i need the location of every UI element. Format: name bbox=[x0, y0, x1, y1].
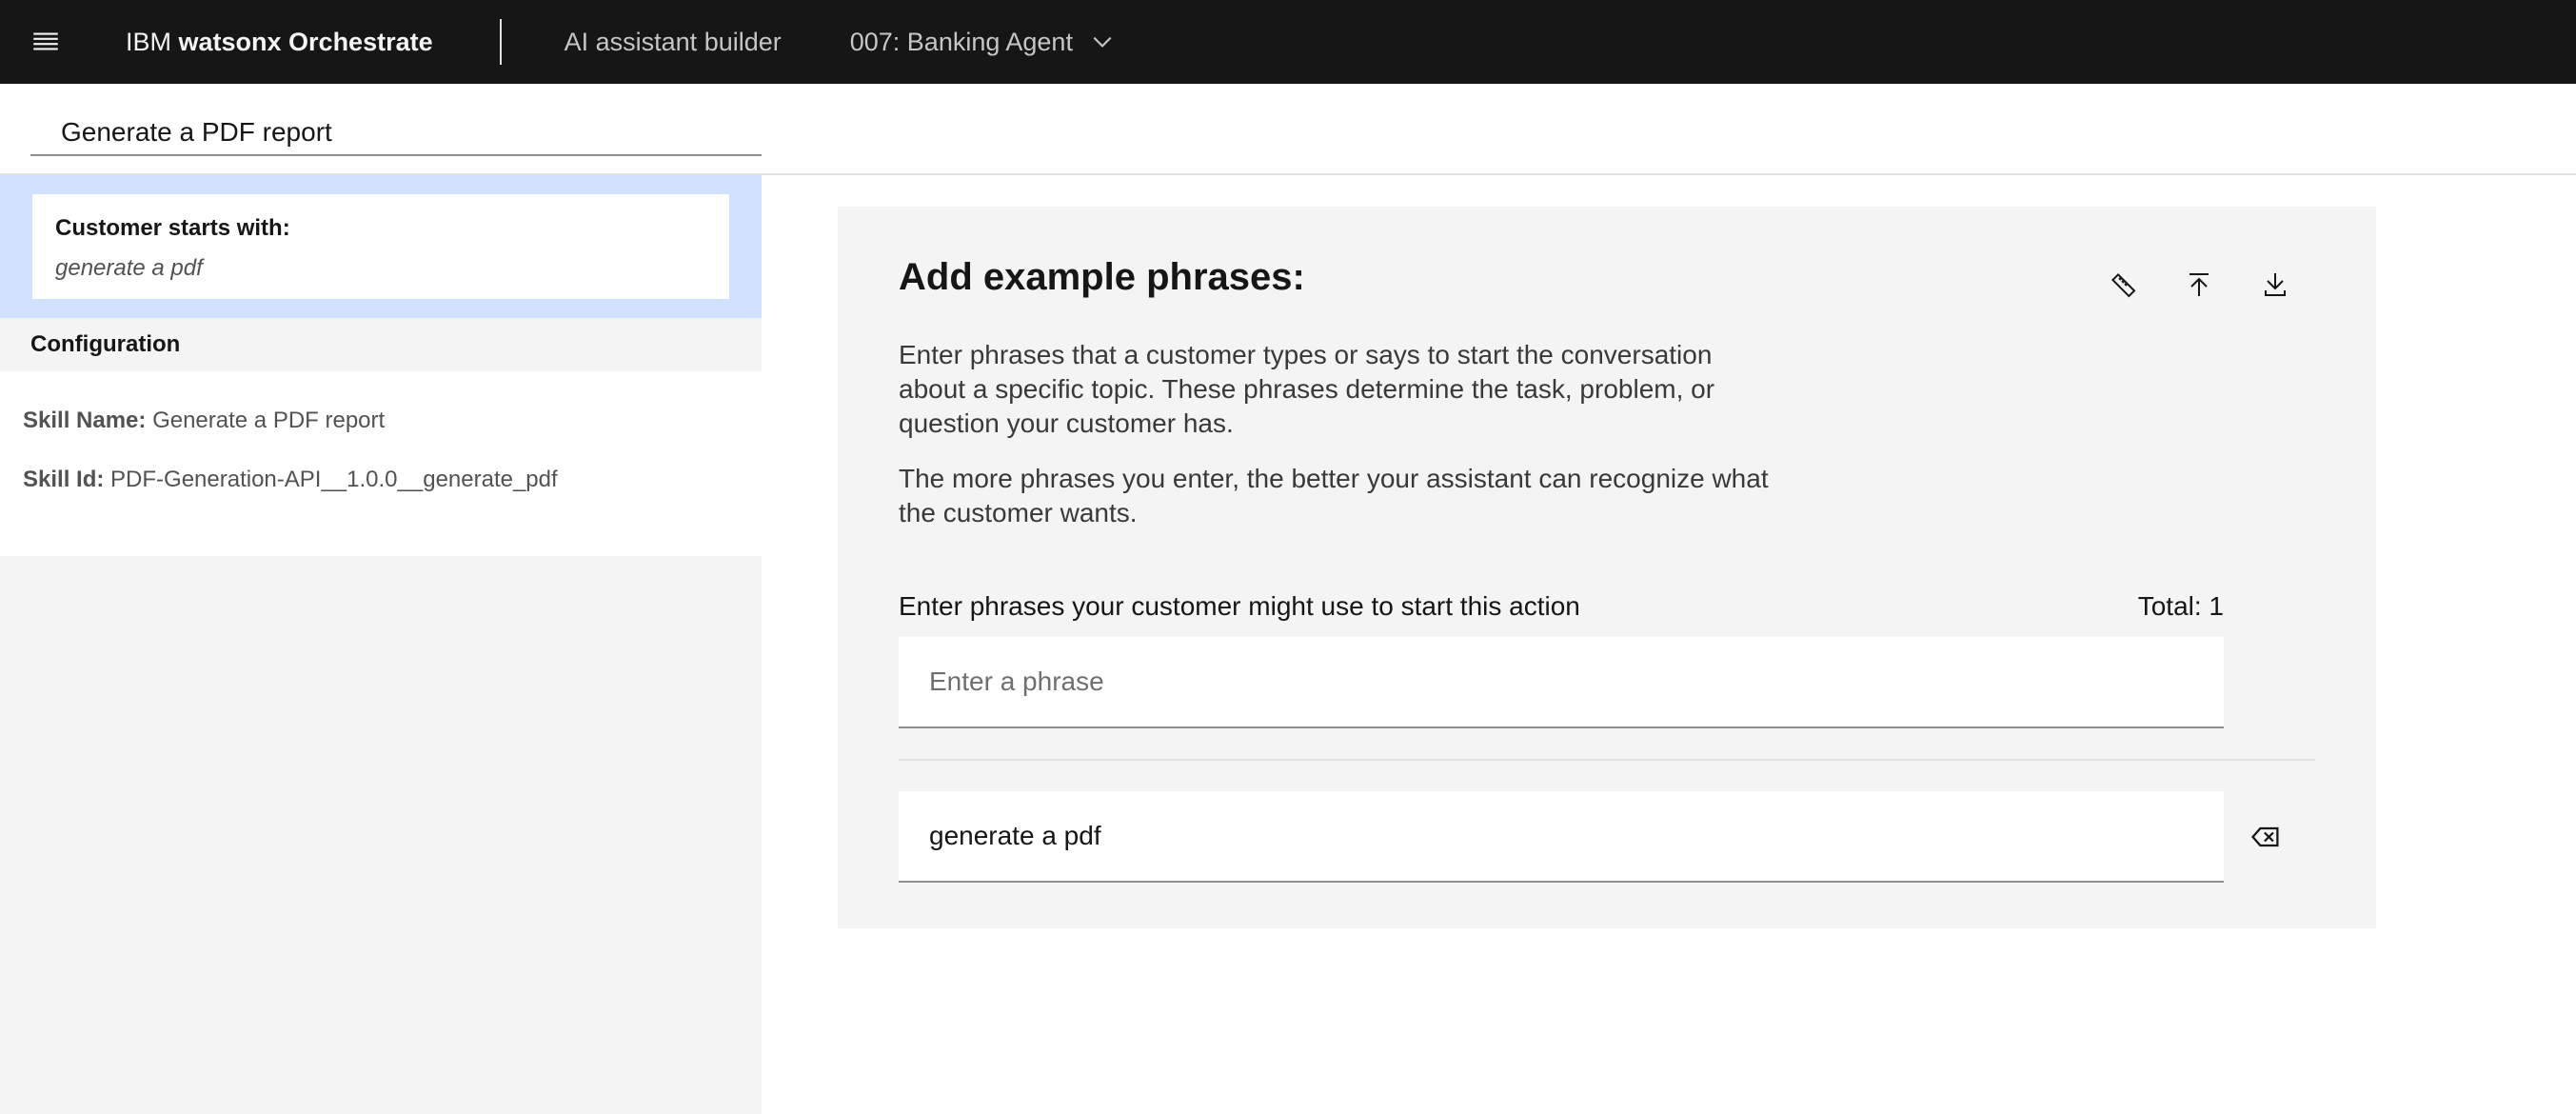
customer-starts-card[interactable]: Customer starts with: generate a pdf bbox=[32, 194, 729, 299]
agent-selector[interactable]: 007: Banking Agent bbox=[850, 28, 1115, 57]
upload-icon bbox=[2190, 273, 2209, 296]
ruler-icon bbox=[2110, 272, 2136, 298]
top-header: IBM watsonx Orchestrate AI assistant bui… bbox=[0, 0, 2576, 84]
skill-id-line: Skill Id: PDF-Generation-API__1.0.0__gen… bbox=[23, 467, 558, 493]
phrase-input-label: Enter phrases your customer might use to… bbox=[899, 591, 1580, 621]
customer-starts-title: Customer starts with: bbox=[55, 215, 290, 241]
phrases-divider bbox=[899, 759, 2315, 761]
skill-name-value: Generate a PDF report bbox=[152, 408, 386, 433]
skill-name-key: Skill Name: bbox=[23, 408, 147, 433]
product-name[interactable]: IBM watsonx Orchestrate bbox=[126, 28, 433, 57]
phrase-input[interactable] bbox=[899, 637, 2224, 728]
example-phrases-card: Add example phrases: Enter phrases that … bbox=[838, 207, 2376, 928]
description-primary: Enter phrases that a customer types or s… bbox=[899, 340, 1715, 438]
card-title: Add example phrases: bbox=[899, 256, 1305, 298]
action-title-input[interactable]: Generate a PDF report bbox=[30, 110, 762, 156]
customer-starts-block[interactable]: Customer starts with: generate a pdf bbox=[0, 175, 762, 318]
left-panel: Customer starts with: generate a pdf Con… bbox=[0, 175, 762, 1114]
configuration-body: Skill Name: Generate a PDF report Skill … bbox=[0, 371, 762, 556]
customer-starts-phrase: generate a pdf bbox=[55, 255, 203, 281]
chevron-down-icon bbox=[1093, 36, 1112, 48]
skill-name-line: Skill Name: Generate a PDF report bbox=[23, 408, 385, 434]
header-divider bbox=[499, 19, 502, 65]
nav-ai-assistant-builder[interactable]: AI assistant builder bbox=[565, 28, 782, 57]
hamburger-menu-icon bbox=[33, 32, 58, 50]
card-toolbar bbox=[2108, 269, 2290, 300]
description-secondary: The more phrases you enter, the better y… bbox=[899, 464, 1769, 527]
phrase-total-count: Total: 1 bbox=[2137, 591, 2224, 621]
ruler-button[interactable] bbox=[2108, 269, 2138, 300]
delete-icon bbox=[2251, 826, 2279, 847]
brand-name: watsonx Orchestrate bbox=[178, 27, 433, 56]
delete-phrase-button[interactable] bbox=[2249, 820, 2283, 854]
configuration-header: Configuration bbox=[0, 318, 762, 371]
skill-id-value: PDF-Generation-API__1.0.0__generate_pdf bbox=[110, 467, 558, 492]
phrase-item[interactable]: generate a pdf bbox=[899, 791, 2224, 883]
action-title-row: Generate a PDF report bbox=[0, 84, 2576, 175]
download-icon bbox=[2265, 273, 2286, 296]
agent-selector-label: 007: Banking Agent bbox=[849, 27, 1073, 56]
upload-button[interactable] bbox=[2184, 269, 2214, 300]
brand-prefix: IBM bbox=[126, 27, 179, 56]
download-button[interactable] bbox=[2260, 269, 2290, 300]
menu-button[interactable] bbox=[0, 0, 91, 84]
skill-id-key: Skill Id: bbox=[23, 467, 105, 492]
